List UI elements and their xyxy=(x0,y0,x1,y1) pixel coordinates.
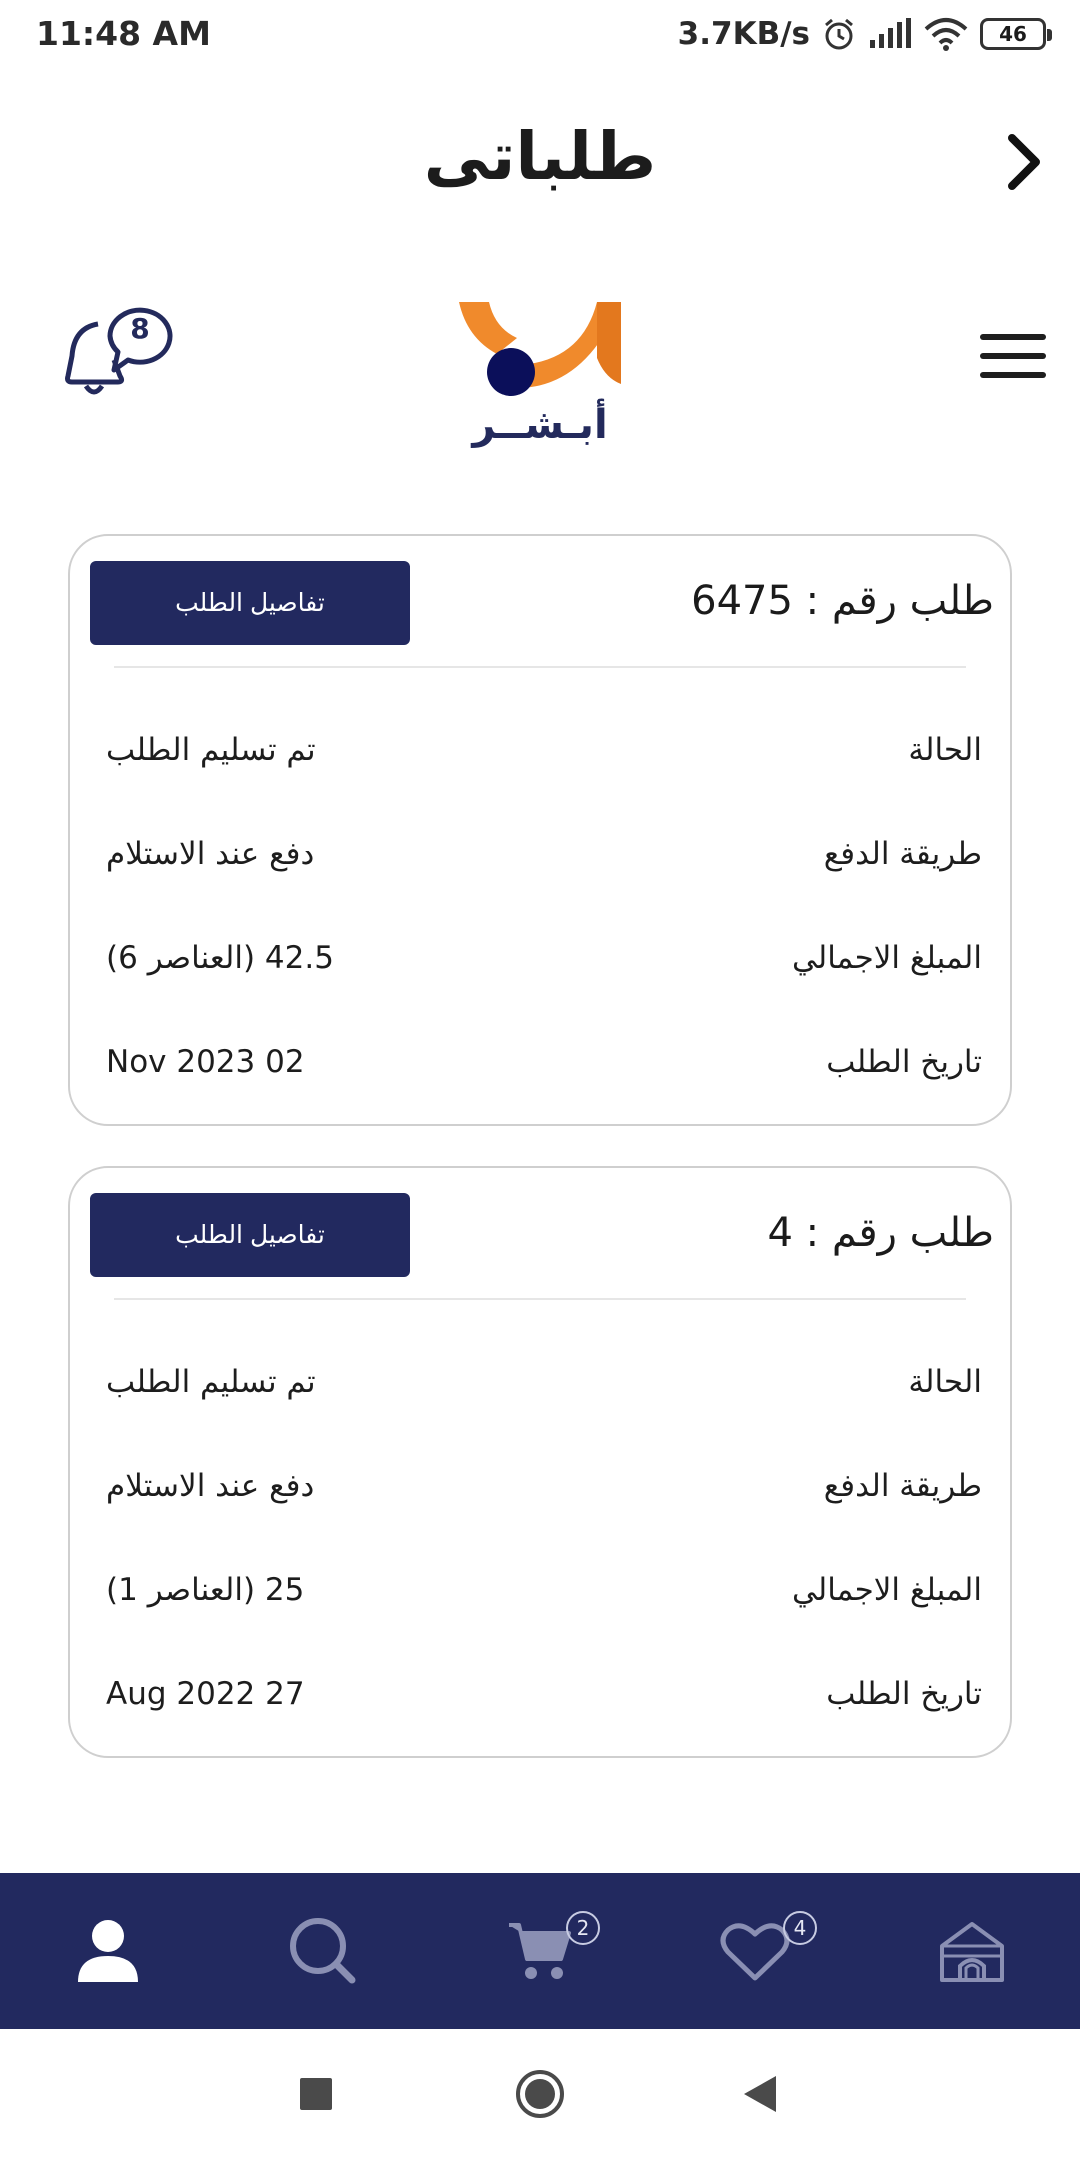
status-value: تم تسليم الطلب xyxy=(106,1364,316,1400)
order-card-header: طلب رقم : 6475 تفاصيل الطلب xyxy=(70,536,1010,666)
order-number: طلب رقم : 4 xyxy=(767,1210,995,1256)
heart-icon xyxy=(720,1923,790,1981)
status-label: الحالة xyxy=(908,732,982,768)
user-icon xyxy=(78,1920,138,1982)
page-title: طلباتى xyxy=(423,118,657,195)
recent-apps-button[interactable] xyxy=(281,2059,351,2129)
wifi-icon xyxy=(924,18,968,51)
nav-search[interactable] xyxy=(263,1873,383,2029)
cart-badge: 2 xyxy=(566,1911,600,1945)
total-row: 42.5 (العناصر 6) المبلغ الاجمالي xyxy=(106,928,982,988)
back-chevron-icon[interactable] xyxy=(994,128,1054,196)
status-row: تم تسليم الطلب الحالة xyxy=(106,1352,982,1412)
payment-label: طريقة الدفع xyxy=(823,1468,982,1504)
cart-icon xyxy=(509,1923,571,1979)
logo-text: أبـشــر xyxy=(472,402,608,448)
home-system-button[interactable] xyxy=(505,2059,575,2129)
status-value: تم تسليم الطلب xyxy=(106,732,316,768)
triangle-back-icon xyxy=(744,2076,776,2112)
divider xyxy=(114,666,966,668)
search-icon xyxy=(290,1918,356,1984)
total-label: المبلغ الاجمالي xyxy=(791,1572,982,1608)
nav-favorites[interactable]: 4 xyxy=(695,1873,817,2029)
alarm-icon xyxy=(825,18,853,50)
favorites-badge: 4 xyxy=(783,1911,817,1945)
total-value: 42.5 (العناصر 6) xyxy=(106,940,334,976)
back-system-button[interactable] xyxy=(725,2059,795,2129)
status-time: 11:48 AM xyxy=(36,14,211,53)
bottom-nav: 2 4 xyxy=(0,1873,1080,2029)
status-icons: 3.7KB/s 46 xyxy=(677,12,1052,56)
payment-value: دفع عند الاستلام xyxy=(106,836,315,872)
total-label: المبلغ الاجمالي xyxy=(791,940,982,976)
battery-level: 46 xyxy=(999,22,1027,46)
divider xyxy=(114,1298,966,1300)
payment-row: دفع عند الاستلام طريقة الدفع xyxy=(106,1456,982,1516)
total-row: 25 (العناصر 1) المبلغ الاجمالي xyxy=(106,1560,982,1620)
square-icon xyxy=(300,2078,332,2110)
order-card: طلب رقم : 6475 تفاصيل الطلب تم تسليم الط… xyxy=(68,534,1012,1126)
payment-value: دفع عند الاستلام xyxy=(106,1468,315,1504)
order-details-button[interactable]: تفاصيل الطلب xyxy=(90,1193,410,1277)
network-speed: 3.7KB/s xyxy=(677,16,810,52)
nav-account[interactable] xyxy=(48,1873,168,2029)
orders-list: طلب رقم : 6475 تفاصيل الطلب تم تسليم الط… xyxy=(68,534,1012,1798)
date-label: تاريخ الطلب xyxy=(826,1676,982,1712)
notification-count: 8 xyxy=(130,312,150,345)
order-card: طلب رقم : 4 تفاصيل الطلب تم تسليم الطلب … xyxy=(68,1166,1012,1758)
bell-icon[interactable] xyxy=(58,300,178,400)
battery-icon: 46 xyxy=(980,18,1052,50)
order-card-header: طلب رقم : 4 تفاصيل الطلب xyxy=(70,1168,1010,1298)
brand-logo: أبـشــر xyxy=(455,298,625,458)
date-value: Nov 2023 02 xyxy=(106,1044,305,1080)
status-label: الحالة xyxy=(908,1364,982,1400)
total-value: 25 (العناصر 1) xyxy=(106,1572,305,1608)
status-bar: 11:48 AM 3.7KB/s 46 xyxy=(0,0,1080,72)
nav-home[interactable] xyxy=(912,1873,1032,2029)
payment-label: طريقة الدفع xyxy=(823,836,982,872)
payment-row: دفع عند الاستلام طريقة الدفع xyxy=(106,824,982,884)
date-row: Aug 2022 27 تاريخ الطلب xyxy=(106,1664,982,1724)
date-label: تاريخ الطلب xyxy=(826,1044,982,1080)
logo-mark-icon xyxy=(459,302,621,396)
order-number: طلب رقم : 6475 xyxy=(691,578,994,624)
order-details-button[interactable]: تفاصيل الطلب xyxy=(90,561,410,645)
home-icon xyxy=(940,1922,1004,1982)
signal-icon xyxy=(870,18,911,48)
system-nav-bar xyxy=(0,2029,1080,2160)
status-row: تم تسليم الطلب الحالة xyxy=(106,720,982,780)
date-value: Aug 2022 27 xyxy=(106,1676,305,1712)
circle-icon xyxy=(516,2070,564,2118)
hamburger-menu-icon[interactable] xyxy=(980,334,1046,378)
date-row: Nov 2023 02 تاريخ الطلب xyxy=(106,1032,982,1092)
nav-cart[interactable]: 2 xyxy=(480,1873,600,2029)
